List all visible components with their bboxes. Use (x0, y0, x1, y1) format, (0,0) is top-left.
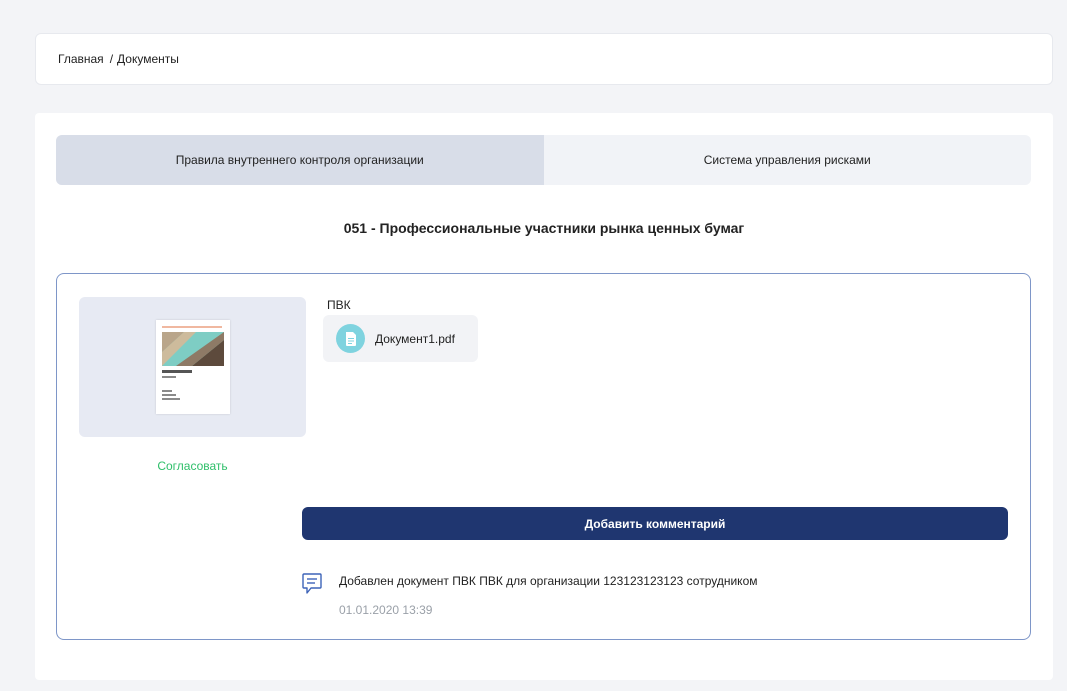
comment-icon (302, 573, 322, 595)
file-icon (336, 324, 365, 353)
document-group-label: ПВК (327, 298, 351, 312)
tab-risk-management-system[interactable]: Система управления рисками (544, 135, 1032, 185)
document-thumbnail (155, 320, 230, 414)
breadcrumb-separator: / (109, 52, 114, 66)
tab-bar: Правила внутреннего контроля организации… (56, 135, 1031, 185)
main-panel: Правила внутреннего контроля организации… (35, 113, 1053, 680)
comment-text: Добавлен документ ПВК ПВК для организаци… (339, 574, 758, 588)
section-title: 051 - Профессиональные участники рынка ц… (343, 220, 745, 236)
file-attachment[interactable]: Документ1.pdf (323, 315, 478, 362)
document-preview[interactable] (79, 297, 306, 437)
approve-link[interactable]: Согласовать (79, 459, 306, 473)
breadcrumb-current: Документы (117, 52, 179, 66)
breadcrumb: Главная / Документы (35, 33, 1053, 85)
add-comment-button[interactable]: Добавить комментарий (302, 507, 1008, 540)
comment-date: 01.01.2020 13:39 (339, 603, 433, 617)
document-card: Согласовать ПВК Документ1.pdf Добавить к… (56, 273, 1031, 640)
breadcrumb-home-link[interactable]: Главная (58, 52, 104, 66)
tab-internal-control-rules[interactable]: Правила внутреннего контроля организации (56, 135, 544, 185)
file-name: Документ1.pdf (375, 331, 455, 346)
